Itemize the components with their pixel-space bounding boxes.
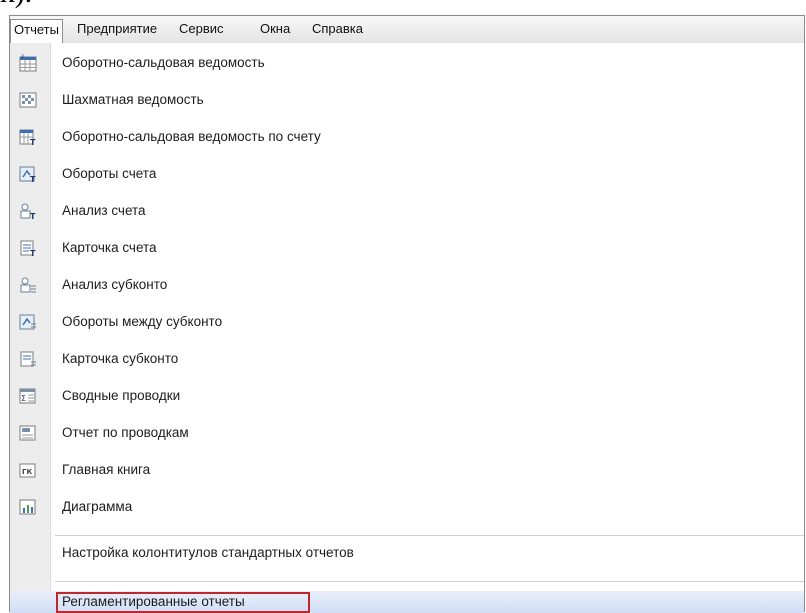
svg-text:ГК: ГК [22,468,32,476]
account-turnover-balance-icon: T [19,128,37,147]
menu-item-header-footer-settings[interactable]: Настройка колонтитулов стандартных отчет… [10,538,804,568]
subconto-analysis-icon [19,276,37,294]
menu-service[interactable]: Сервис [176,19,227,39]
document-text-fragment: к). [0,0,32,10]
menu-item-label: Обороты счета [62,166,157,181]
svg-text:T: T [30,249,36,257]
entries-report-icon [19,424,37,442]
svg-text:T: T [30,212,36,220]
account-turnover-icon: T [19,165,37,184]
menu-item-subconto-card[interactable]: Карточка субконто [10,344,804,374]
menu-item-account-turnover[interactable]: T Обороты счета [10,159,804,189]
menu-item-label: Регламентированные отчеты [62,594,245,609]
menu-item-label: Настройка колонтитулов стандартных отчет… [62,545,354,560]
menu-separator [55,535,804,536]
svg-text:Σ: Σ [21,394,26,403]
chess-sheet-icon [19,91,37,109]
menu-item-label: Шахматная ведомость [62,92,204,107]
menu-item-label: Карточка субконто [62,351,179,366]
subconto-turnover-icon [19,313,37,331]
reports-dropdown-menu: Σ Оборотно-сальдовая ведомость Шахматная… [10,43,804,613]
menu-item-label: Анализ счета [62,203,146,218]
menu-item-entries-report[interactable]: Отчет по проводкам [10,418,804,448]
menu-item-label: Анализ субконто [62,277,168,292]
account-card-icon: T [19,239,37,258]
menu-item-label: Оборотно-сальдовая ведомость по счету [62,129,321,144]
menu-item-label: Оборотно-сальдовая ведомость [62,55,265,70]
svg-text:T: T [30,138,36,146]
svg-text:Σ: Σ [21,54,25,60]
diagram-icon [19,498,37,516]
menu-item-label: Отчет по проводкам [62,425,189,440]
svg-text:T: T [30,175,36,183]
account-analysis-icon: T [19,202,37,221]
menu-item-chess-sheet[interactable]: Шахматная ведомость [10,85,804,115]
menu-item-label: Сводные проводки [62,388,181,403]
general-ledger-icon: ГК [19,461,37,479]
menu-item-subconto-turnover[interactable]: Обороты между субконто [10,307,804,337]
menu-item-account-card[interactable]: T Карточка счета [10,233,804,263]
menu-item-label: Главная книга [62,462,151,477]
menu-item-diagram[interactable]: Диаграмма [10,492,804,522]
menu-help[interactable]: Справка [309,19,366,39]
menu-item-label: Карточка счета [62,240,157,255]
summary-entries-icon: Σ [19,387,37,405]
menu-item-account-analysis[interactable]: T Анализ счета [10,196,804,226]
menu-item-subconto-analysis[interactable]: Анализ субконто [10,270,804,300]
menu-item-label: Диаграмма [62,499,133,514]
menu-item-turnover-balance[interactable]: Σ Оборотно-сальдовая ведомость [10,48,804,78]
menu-item-account-turnover-balance[interactable]: T Оборотно-сальдовая ведомость по счету [10,122,804,152]
turnover-balance-icon: Σ [19,53,37,72]
menu-item-general-ledger[interactable]: ГК Главная книга [10,455,804,485]
menu-enterprise[interactable]: Предприятие [74,19,160,39]
menu-windows[interactable]: Окна [257,19,293,39]
subconto-card-icon [19,350,37,368]
menu-bar: Отчеты Предприятие Сервис Окна Справка [10,16,804,44]
application-window: Отчеты Предприятие Сервис Окна Справка Σ… [9,15,805,613]
menu-item-label: Обороты между субконто [62,314,223,329]
menu-reports[interactable]: Отчеты [10,19,63,43]
menu-item-summary-entries[interactable]: Σ Сводные проводки [10,381,804,411]
menu-separator [55,581,804,582]
